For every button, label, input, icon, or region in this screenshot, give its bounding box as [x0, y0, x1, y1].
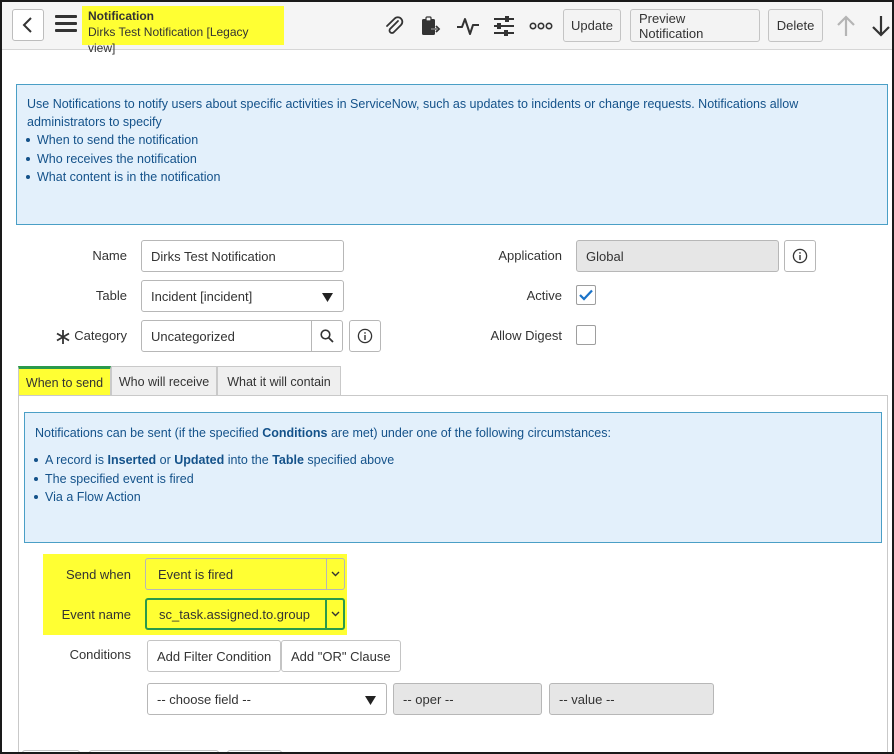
intro-item: Who receives the notification — [26, 150, 877, 169]
record-subtitle: Dirks Test Notification [Legacy view] — [88, 25, 249, 55]
value-field: -- value -- — [549, 683, 714, 715]
back-icon — [22, 17, 32, 33]
intro-item: When to send the notification — [26, 131, 877, 150]
event-name-select[interactable]: sc_task.assigned.to.group — [145, 598, 345, 630]
when-info-item: Via a Flow Action — [34, 488, 871, 507]
table-select[interactable]: Incident [incident] — [141, 280, 344, 312]
preview-notification-button[interactable]: Preview Notification — [630, 9, 760, 42]
table-select-value: Incident [incident] — [151, 288, 253, 304]
bottom-button-partial[interactable] — [89, 750, 219, 752]
name-label: Name — [92, 248, 127, 263]
chevron-down-icon — [325, 600, 343, 628]
add-filter-condition-button[interactable]: Add Filter Condition — [147, 640, 282, 672]
clipboard-icon[interactable] — [418, 14, 442, 38]
dropdown-arrow-icon — [365, 696, 376, 705]
dropdown-arrow-icon — [322, 293, 333, 302]
application-label: Application — [498, 248, 562, 263]
intro-info-box: Use Notifications to notify users about … — [16, 84, 888, 225]
when-info-list: A record is Inserted or Updated into the… — [34, 451, 871, 507]
operator-select: -- oper -- — [393, 683, 542, 715]
send-when-select[interactable]: Event is fired — [145, 558, 345, 590]
category-lookup-button[interactable] — [311, 320, 343, 352]
arrow-down-icon[interactable] — [869, 14, 892, 38]
delete-button[interactable]: Delete — [768, 9, 823, 42]
name-field[interactable]: Dirks Test Notification — [141, 240, 344, 272]
when-info-text: Notifications can be sent (if the specif… — [35, 426, 611, 440]
form-header: Notification Dirks Test Notification [Le… — [2, 2, 892, 55]
settings-sliders-icon[interactable] — [492, 14, 516, 38]
form-title: Notification — [88, 9, 154, 23]
tab-who-will-receive[interactable]: Who will receive — [111, 366, 217, 396]
paperclip-icon[interactable] — [382, 14, 406, 38]
tab-what-it-will-contain[interactable]: What it will contain — [217, 366, 341, 396]
send-when-label: Send when — [65, 567, 131, 582]
active-label: Active — [526, 288, 562, 303]
conditions-label: Conditions — [69, 647, 131, 662]
app-frame: Notification Dirks Test Notification [Le… — [0, 0, 894, 754]
activity-icon[interactable] — [456, 14, 480, 38]
event-name-value: sc_task.assigned.to.group — [159, 606, 311, 622]
back-button[interactable] — [12, 9, 44, 41]
application-info-button[interactable] — [784, 240, 816, 272]
when-info-item: A record is Inserted or Updated into the… — [34, 451, 871, 470]
intro-item: What content is in the notification — [26, 168, 877, 187]
when-info-box: Notifications can be sent (if the specif… — [24, 412, 882, 543]
arrow-up-icon[interactable] — [834, 14, 858, 38]
choose-field-value: -- choose field -- — [157, 691, 251, 707]
event-name-label: Event name — [61, 607, 131, 622]
tab-when-to-send[interactable]: When to send — [18, 366, 111, 396]
allow-digest-label: Allow Digest — [490, 328, 562, 343]
intro-text: Use Notifications to notify users about … — [27, 97, 799, 129]
info-icon — [792, 248, 808, 264]
info-icon — [357, 328, 373, 344]
table-label: Table — [95, 288, 127, 303]
category-info-button[interactable] — [349, 320, 381, 352]
checkmark-icon — [579, 289, 593, 301]
when-info-item: The specified event is fired — [34, 470, 871, 489]
intro-list: When to send the notification Who receiv… — [26, 131, 877, 187]
category-field[interactable]: Uncategorized — [141, 320, 312, 352]
add-or-clause-button[interactable]: Add "OR" Clause — [281, 640, 401, 672]
active-checkbox[interactable] — [576, 285, 596, 305]
bottom-button-partial[interactable] — [227, 750, 282, 752]
chevron-down-icon — [326, 559, 344, 589]
application-field: Global — [576, 240, 779, 272]
more-options-icon[interactable] — [529, 14, 553, 38]
search-icon — [320, 329, 334, 343]
bottom-button-partial[interactable] — [22, 750, 80, 752]
choose-field-select[interactable]: -- choose field -- — [147, 683, 387, 715]
allow-digest-checkbox[interactable] — [576, 325, 596, 345]
category-label: Category — [74, 328, 127, 343]
send-when-value: Event is fired — [158, 566, 234, 582]
hamburger-menu-icon[interactable] — [55, 15, 77, 35]
record-title: Notification Dirks Test Notification [Le… — [82, 6, 284, 55]
update-button[interactable]: Update — [563, 9, 621, 42]
